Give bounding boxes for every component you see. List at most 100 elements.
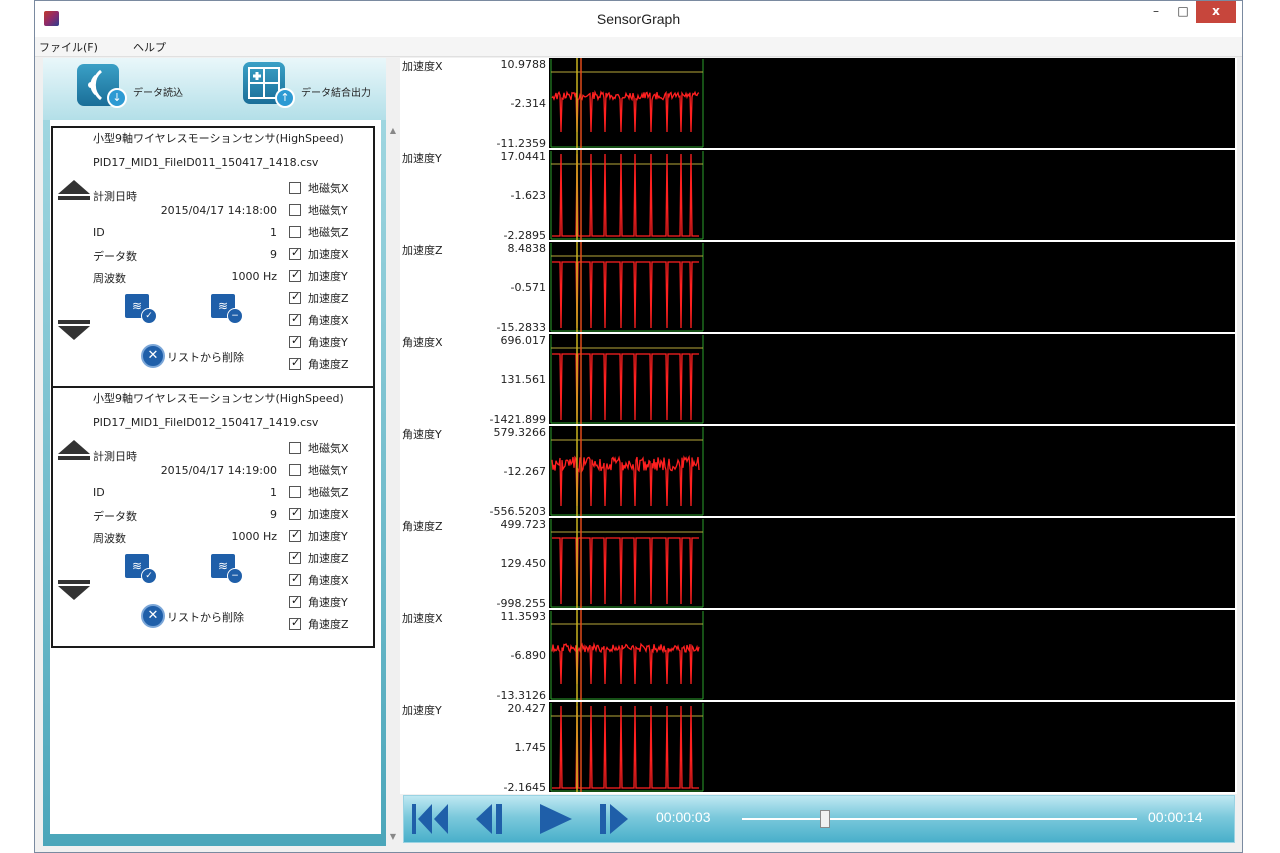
id-label: ID (93, 486, 105, 499)
step-back-icon[interactable] (470, 802, 514, 836)
close-button[interactable]: x (1196, 1, 1236, 23)
sensor-card[interactable]: 小型9軸ワイヤレスモーションセンサ(HighSpeed) PID17_MID1_… (51, 386, 375, 648)
graph-plot-area[interactable] (549, 58, 1235, 148)
checkbox-gyro-y[interactable]: 角速度Y (289, 334, 379, 351)
merge-output-button[interactable]: データ結合出力 (301, 84, 371, 99)
step-forward-icon[interactable] (594, 802, 638, 836)
graph-plot-area[interactable] (549, 426, 1235, 516)
count-value: 9 (270, 248, 277, 261)
checkbox-acc-z[interactable]: 加速度Z (289, 550, 379, 567)
checkbox-acc-y[interactable]: 加速度Y (289, 528, 379, 545)
title-bar: SensorGraph – □ x (35, 1, 1242, 37)
checkbox-gyro-y[interactable]: 角速度Y (289, 594, 379, 611)
checkbox-acc-x[interactable]: 加速度X (289, 246, 379, 263)
graph-row: 加速度Y 20.427 1.745 -2.1645 (400, 702, 1237, 794)
sensor-list-scrollbar[interactable]: ▲ ▼ (386, 58, 400, 846)
menu-help[interactable]: ヘルプ (133, 39, 166, 55)
waveform-plot (550, 702, 704, 792)
graph-plot-area[interactable] (549, 150, 1235, 240)
date-value: 2015/04/17 14:19:00 (160, 464, 277, 477)
checkbox-acc-x[interactable]: 加速度X (289, 506, 379, 523)
checkbox-gyro-z[interactable]: 角速度Z (289, 616, 379, 633)
current-time: 00:00:03 (656, 809, 711, 825)
seek-slider-thumb[interactable] (819, 810, 830, 828)
date-value: 2015/04/17 14:18:00 (160, 204, 277, 217)
seek-slider-track[interactable] (742, 818, 1137, 820)
select-all-icon[interactable]: ≋ ✓ (125, 294, 159, 324)
maximize-button[interactable]: □ (1170, 1, 1196, 23)
graph-plot-area[interactable] (549, 610, 1235, 700)
y-mid-label: -0.571 (510, 281, 546, 294)
y-min-label: -13.3126 (496, 689, 546, 702)
status-bar (35, 846, 1242, 852)
sensor-waveform (552, 537, 699, 605)
y-min-label: -2.2895 (503, 229, 546, 242)
sensor-waveform (552, 705, 699, 789)
deselect-all-icon[interactable]: ≋ − (211, 294, 245, 324)
minimize-button[interactable]: – (1142, 1, 1170, 23)
remove-from-list-button[interactable]: ✕ リストから削除 (141, 604, 261, 628)
graph-row: 加速度X 11.3593 -6.890 -13.3126 (400, 610, 1237, 702)
move-down-icon[interactable] (58, 580, 92, 602)
y-min-label: -1421.899 (489, 413, 546, 426)
y-max-label: 579.3266 (493, 426, 547, 439)
checkbox-mag-y[interactable]: 地磁気Y (289, 202, 379, 219)
y-max-label: 499.723 (500, 518, 547, 531)
remove-label: リストから削除 (167, 351, 244, 364)
sensor-title: 小型9軸ワイヤレスモーションセンサ(HighSpeed) (93, 132, 344, 145)
menu-bar: ファイル(F) ヘルプ (35, 37, 1242, 57)
sensor-waveform (552, 153, 699, 237)
move-up-icon[interactable] (58, 180, 92, 202)
graph-plot-area[interactable] (549, 518, 1235, 608)
checkbox-gyro-z[interactable]: 角速度Z (289, 356, 379, 373)
y-max-label: 8.4838 (507, 242, 547, 255)
sensor-waveform (552, 353, 699, 421)
action-toolbar: ↓ データ読込 ↑ データ結合出力 (43, 58, 397, 120)
sensor-waveform (551, 454, 700, 507)
waveform-plot (550, 518, 704, 608)
checkbox-acc-y[interactable]: 加速度Y (289, 268, 379, 285)
y-mid-label: -12.267 (503, 465, 546, 478)
checkbox-mag-x[interactable]: 地磁気X (289, 180, 379, 197)
checkbox-mag-z[interactable]: 地磁気Z (289, 224, 379, 241)
y-max-label: 10.9788 (500, 58, 547, 71)
sensor-filename: PID17_MID1_FileID011_150417_1418.csv (93, 156, 319, 169)
select-all-icon[interactable]: ≋ ✓ (125, 554, 159, 584)
remove-from-list-button[interactable]: ✕ リストから削除 (141, 344, 261, 368)
sensor-list-pane: ↓ データ読込 ↑ データ結合出力 小型9軸ワイヤレスモーションセンサ(High… (43, 58, 397, 846)
scroll-up-icon[interactable]: ▲ (386, 124, 400, 138)
graph-channel-label: 加速度X (402, 60, 443, 73)
checkbox-acc-z[interactable]: 加速度Z (289, 290, 379, 307)
load-data-button[interactable]: データ読込 (133, 84, 183, 99)
graph-plot-area[interactable] (549, 334, 1235, 424)
y-min-label: -556.5203 (489, 505, 546, 518)
graph-channel-label: 加速度X (402, 612, 443, 625)
y-min-label: -15.2833 (496, 321, 546, 334)
graph-channel-label: 加速度Z (402, 244, 443, 257)
graph-plot-area[interactable] (549, 242, 1235, 332)
move-up-icon[interactable] (58, 440, 92, 462)
checkbox-mag-z[interactable]: 地磁気Z (289, 484, 379, 501)
y-min-label: -998.255 (496, 597, 546, 610)
y-mid-label: -1.623 (510, 189, 546, 202)
move-down-icon[interactable] (58, 320, 92, 342)
menu-file[interactable]: ファイル(F) (39, 39, 98, 55)
date-label: 計測日時 (93, 450, 137, 463)
id-label: ID (93, 226, 105, 239)
deselect-all-icon[interactable]: ≋ − (211, 554, 245, 584)
count-label: データ数 (93, 510, 137, 523)
scroll-down-icon[interactable]: ▼ (386, 830, 400, 844)
checkbox-mag-x[interactable]: 地磁気X (289, 440, 379, 457)
skip-to-start-icon[interactable] (410, 802, 454, 836)
y-max-label: 696.017 (500, 334, 547, 347)
play-icon[interactable] (534, 802, 578, 836)
checkbox-gyro-x[interactable]: 角速度X (289, 312, 379, 329)
checkbox-mag-y[interactable]: 地磁気Y (289, 462, 379, 479)
graph-pane: 加速度X 10.9788 -2.314 -11.2359 加速度Y 17.0441 -1.6… (400, 58, 1237, 794)
checkbox-gyro-x[interactable]: 角速度X (289, 572, 379, 589)
sensor-card[interactable]: 小型9軸ワイヤレスモーションセンサ(HighSpeed) PID17_MID1_… (51, 126, 375, 388)
sensor-waveform (551, 89, 700, 133)
graph-row: 加速度Y 17.0441 -1.623 -2.2895 (400, 150, 1237, 242)
graph-row: 加速度Z 8.4838 -0.571 -15.2833 (400, 242, 1237, 334)
graph-plot-area[interactable] (549, 702, 1235, 792)
